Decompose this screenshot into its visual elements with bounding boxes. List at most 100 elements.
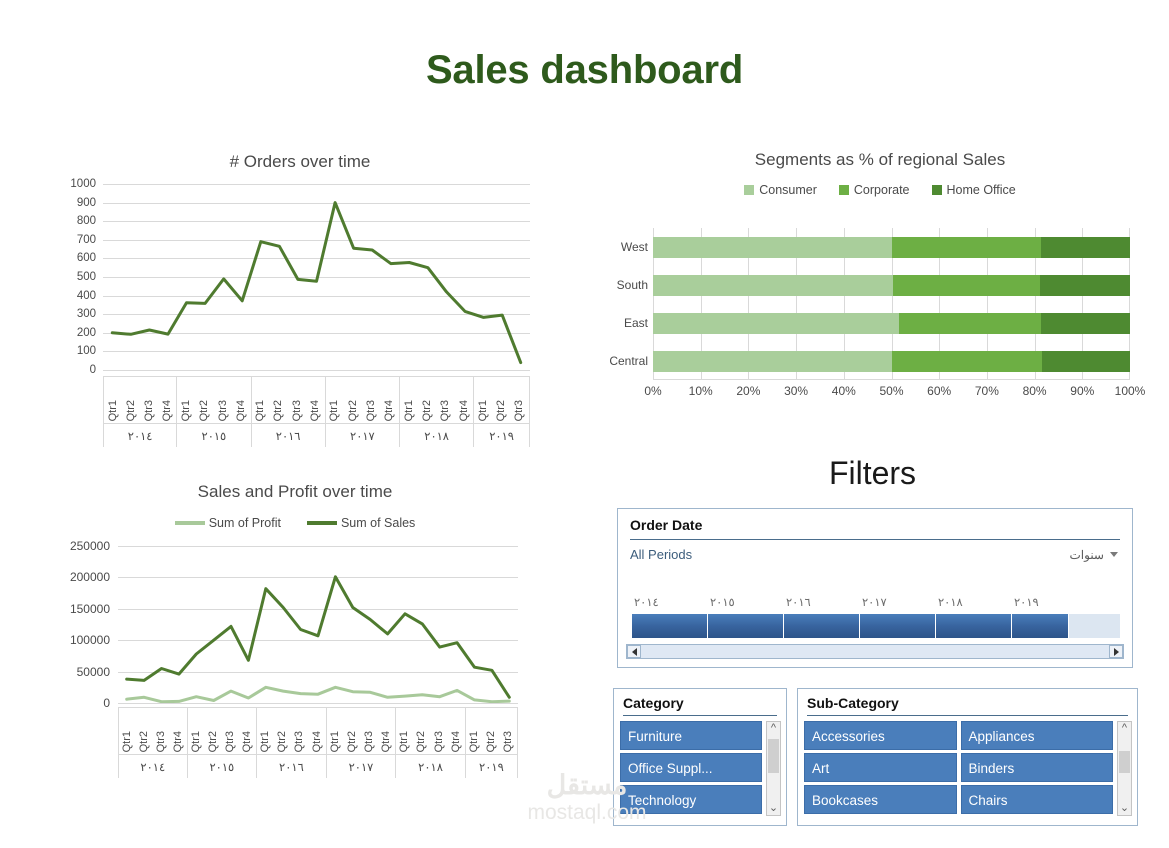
x-axis-quarter-label: Qtr3 <box>293 730 306 752</box>
subcategory-slicer-item[interactable]: Binders <box>960 753 1113 782</box>
timeline-year-block[interactable] <box>632 614 708 638</box>
scroll-left-button[interactable] <box>627 645 641 658</box>
timeline-year-label: ٢٠١٨ <box>938 597 963 609</box>
x-axis-year-group: Qtr1 Qtr2 Qtr3 Qtr4 ٢٠١٤ <box>103 377 178 447</box>
gridline <box>118 703 518 704</box>
x-axis-quarter-row: Qtr1 Qtr2 Qtr3 Qtr4 <box>252 377 325 423</box>
x-axis-quarter-label: Qtr2 <box>276 730 289 752</box>
y-category-label: South <box>616 278 648 292</box>
page-title: Sales dashboard <box>425 48 744 92</box>
timeline-level-label: سنوات <box>1069 547 1104 562</box>
scroll-right-button[interactable] <box>1109 645 1123 658</box>
bar-segment-corporate <box>892 350 1042 372</box>
x-axis-quarter-label: Qtr2 <box>198 399 211 421</box>
category-slicer-header: Category <box>623 695 684 711</box>
chart-sales-lines <box>125 575 511 703</box>
timeline-year-block[interactable] <box>936 614 1012 638</box>
category-slicer-item[interactable]: Office Suppl... <box>620 753 762 782</box>
x-axis-quarter-cell: Qtr4 <box>232 377 250 423</box>
x-axis-quarter-cell: Qtr1 <box>327 708 344 754</box>
x-axis-quarter-label: Qtr4 <box>380 730 393 752</box>
legend-item: Home Office <box>931 183 1016 197</box>
category-slicer-item[interactable]: Technology <box>620 785 762 814</box>
y-tick-label: 0 <box>103 696 110 710</box>
x-axis-year-label: ٢٠١٧ <box>325 423 399 447</box>
x-axis-quarter-label: Qtr1 <box>120 730 133 752</box>
x-axis-quarter-cell: Qtr3 <box>431 708 448 754</box>
chart-orders-line <box>110 201 523 365</box>
timeline-year-label: ٢٠١٧ <box>862 597 887 609</box>
scroll-up-icon[interactable]: ^ <box>1122 722 1127 735</box>
x-tick-label: 70% <box>974 384 999 398</box>
x-tick-label: 80% <box>1022 384 1047 398</box>
y-tick-label: 100 <box>76 345 96 358</box>
x-axis-quarter-cell: Qtr1 <box>474 377 492 423</box>
x-axis-year-group: Qtr1 Qtr2 Qtr3 Qtr4 ٢٠١٥ <box>177 377 252 447</box>
subcategory-slicer-item[interactable]: Art <box>804 753 957 782</box>
chart-orders-title: # Orders over time <box>229 152 371 171</box>
dashboard-page: Sales dashboard # Orders over time 0 100 2… <box>0 0 1169 848</box>
order-date-timeline-slicer[interactable]: Order Date All Periods سنوات ٢٠١٤ ٢٠١٥ ٢٠١… <box>617 508 1133 668</box>
scroll-down-icon[interactable]: ⌄ <box>769 802 778 815</box>
scroll-up-icon[interactable]: ^ <box>771 722 776 735</box>
x-axis-quarter-label: Qtr2 <box>345 730 358 752</box>
x-axis-quarter-row: Qtr1 Qtr2 Qtr3 Qtr4 <box>119 708 187 754</box>
x-axis-quarter-label: Qtr1 <box>328 399 341 421</box>
timeline-year-blocks[interactable] <box>632 614 1120 638</box>
legend-line <box>306 521 337 525</box>
subcategory-slicer-scrollbar[interactable]: ^ ⌄ <box>1117 721 1132 816</box>
timeline-year-block[interactable] <box>708 614 784 638</box>
x-axis-quarter-cell: Qtr3 <box>140 377 158 423</box>
timeline-year-block[interactable] <box>860 614 936 638</box>
stacked-bar <box>653 236 1130 258</box>
legend-label: Consumer <box>759 183 817 197</box>
timeline-year-block[interactable] <box>1012 614 1069 638</box>
category-scroll-thumb[interactable] <box>768 738 779 773</box>
x-axis-quarter-cell: Qtr2 <box>270 377 288 423</box>
timeline-level-dropdown[interactable]: سنوات <box>1069 548 1118 562</box>
x-axis-quarter-label: Qtr2 <box>272 399 285 421</box>
subcategory-slicer-item[interactable]: Accessories <box>804 721 957 750</box>
x-axis-quarter-label: Qtr1 <box>398 730 411 752</box>
x-axis-quarter-cell: Qtr2 <box>196 377 214 423</box>
timeline-year-block[interactable] <box>784 614 860 638</box>
subcategory-slicer[interactable]: Sub-Category Accessories Appliances Art Bin… <box>797 688 1138 826</box>
arrow-right-icon <box>1113 647 1119 656</box>
x-axis-quarter-label: Qtr2 <box>495 399 508 421</box>
chart-segments-x-axis: 0% 10% 20% 30% 40% 50% 60% 70% 80% 90% 100% <box>644 384 1145 404</box>
chart-segments-y-axis: West South East Central <box>600 228 648 380</box>
x-tick-label: 10% <box>688 384 713 398</box>
subcategory-slicer-items: Accessories Appliances Art Binders Bookcases… <box>804 721 1113 817</box>
bar-segment-consumer <box>653 350 893 372</box>
subcategory-slicer-item[interactable]: Appliances <box>960 721 1113 750</box>
x-axis-quarter-cell: Qtr1 <box>396 708 413 754</box>
x-axis-quarter-cell: Qtr2 <box>136 708 153 754</box>
x-axis-quarter-label: Qtr4 <box>309 399 322 421</box>
category-slicer[interactable]: Category Furniture Office Suppl... Technol… <box>613 688 787 826</box>
x-axis-quarter-label: Qtr3 <box>216 399 229 421</box>
x-axis-quarter-label: Qtr2 <box>484 730 497 752</box>
subcategory-slicer-item[interactable]: Chairs <box>960 785 1113 814</box>
x-axis-quarter-label: Qtr1 <box>189 730 202 752</box>
x-axis-quarter-cell: Qtr4 <box>378 708 395 754</box>
category-slicer-scrollbar[interactable]: ^ ⌄ <box>766 721 781 816</box>
timeline-horizontal-scrollbar[interactable] <box>626 644 1124 659</box>
chart-orders-y-axis: 0 100 200 300 400 500 600 700 800 900 1000 <box>50 178 96 376</box>
chart-orders-over-time: # Orders over time 0 100 200 300 400 500 600 70… <box>50 148 550 447</box>
x-axis-quarter-label: Qtr1 <box>467 730 480 752</box>
legend-swatch <box>838 185 849 195</box>
subcategory-slicer-item[interactable]: Bookcases <box>804 785 957 814</box>
x-axis-quarter-label: Qtr2 <box>420 399 433 421</box>
category-slicer-item[interactable]: Furniture <box>620 721 762 750</box>
x-axis-quarter-label: Qtr3 <box>432 730 445 752</box>
scroll-down-icon[interactable]: ⌄ <box>1120 802 1129 815</box>
x-axis-year-label: ٢٠١٤ <box>104 423 177 447</box>
timeline-scroll-track[interactable] <box>641 645 1109 658</box>
subcategory-scroll-thumb[interactable] <box>1119 750 1130 773</box>
gridline <box>103 370 530 371</box>
bar-segment-consumer <box>653 274 893 296</box>
x-axis-year-label: ٢٠١٨ <box>400 423 474 447</box>
chart-sales-legend: Sum of Profit Sum of Sales <box>40 516 550 530</box>
x-axis-quarter-label: Qtr1 <box>259 730 272 752</box>
x-axis-quarter-cell: Qtr4 <box>239 708 256 754</box>
